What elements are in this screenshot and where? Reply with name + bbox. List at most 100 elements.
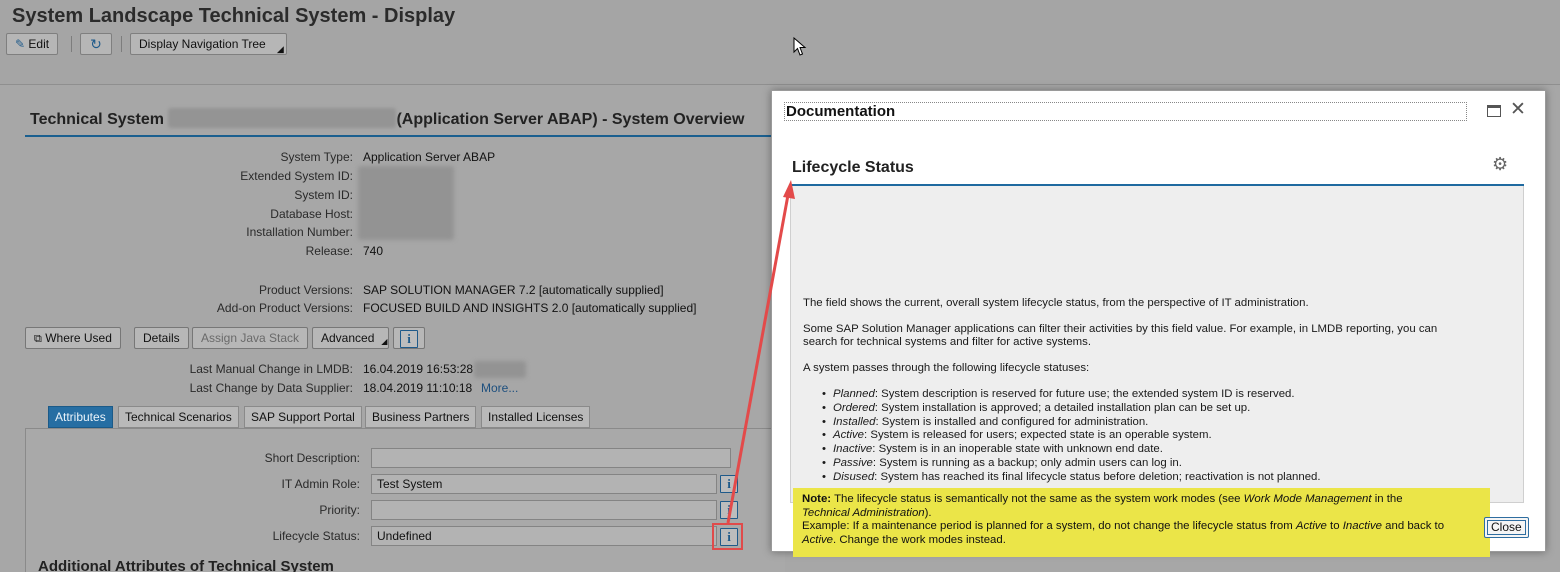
doc-paragraph-2-line-2: search for technical systems and filter … bbox=[803, 336, 1092, 348]
note-ref: Technical Administration bbox=[802, 506, 925, 519]
tab-sap-support-portal[interactable]: SAP Support Portal bbox=[244, 406, 362, 428]
doc-content: The field shows the current, overall sys… bbox=[790, 186, 1524, 557]
edit-button-label: Edit bbox=[28, 37, 50, 51]
status-desc: : System is installed and configured for… bbox=[875, 415, 1149, 428]
assign-java-stack-button[interactable]: Assign Java Stack bbox=[192, 327, 309, 349]
short-description-field[interactable] bbox=[371, 448, 731, 468]
doc-heading: Lifecycle Status bbox=[792, 159, 914, 176]
last-manual-change-label: Last Manual Change in LMDB: bbox=[189, 362, 353, 376]
last-manual-change-value: 16.04.2019 16:53:28 bbox=[363, 362, 474, 376]
gear-icon[interactable]: ⚙ bbox=[1492, 155, 1508, 173]
display-navigation-tree-button[interactable]: Display Navigation Tree ◢ bbox=[130, 33, 287, 55]
system-type-label: System Type: bbox=[280, 150, 353, 164]
note-text: The lifecycle status is semantically not… bbox=[831, 493, 1244, 505]
note-line-3: Example: If a maintenance period is plan… bbox=[802, 520, 1481, 534]
section-title: Technical System (Application Server ABA… bbox=[30, 108, 744, 129]
details-button[interactable]: Details bbox=[134, 327, 189, 349]
lifecycle-status-label: Lifecycle Status: bbox=[272, 529, 360, 543]
close-icon[interactable]: ✕ bbox=[1510, 100, 1526, 120]
note-label: Note: bbox=[802, 493, 832, 505]
system-type-value: Application Server ABAP bbox=[363, 150, 496, 164]
addon-versions-label: Add-on Product Versions: bbox=[216, 301, 353, 315]
advanced-label: Advanced bbox=[321, 331, 375, 345]
note-box: Note: The lifecycle status is semantical… bbox=[793, 488, 1490, 557]
note-text: Example: If a maintenance period is plan… bbox=[802, 520, 1296, 532]
where-used-button[interactable]: ⧉ Where Used bbox=[25, 327, 121, 349]
status-desc: : System is running as a backup; only ad… bbox=[872, 456, 1182, 469]
toolbar-separator bbox=[71, 36, 72, 52]
priority-field[interactable] bbox=[371, 500, 717, 520]
tab-attributes[interactable]: Attributes bbox=[48, 406, 113, 428]
status-term: Inactive bbox=[833, 443, 873, 456]
status-term: Disused bbox=[833, 470, 875, 483]
last-change-supplier-label: Last Change by Data Supplier: bbox=[189, 381, 353, 395]
list-item: Installed: System is installed and confi… bbox=[822, 415, 1493, 430]
lifecycle-status-field[interactable]: Undefined bbox=[371, 526, 717, 546]
tab-technical-scenarios[interactable]: Technical Scenarios bbox=[118, 406, 239, 428]
status-desc: : System is released for users; expected… bbox=[864, 429, 1212, 442]
edit-button[interactable]: ✎ Edit bbox=[6, 33, 59, 55]
info-button[interactable]: i bbox=[393, 327, 425, 349]
section-title-prefix: Technical System bbox=[30, 111, 164, 128]
refresh-button[interactable]: ↻ bbox=[80, 33, 112, 55]
status-term: Passive bbox=[833, 456, 873, 469]
it-admin-role-label: IT Admin Role: bbox=[281, 477, 360, 491]
doc-paragraph-2-line-1: Some SAP Solution Manager applications c… bbox=[803, 323, 1438, 335]
pencil-icon: ✎ bbox=[15, 37, 26, 51]
tab-business-partners[interactable]: Business Partners bbox=[365, 406, 477, 428]
addon-versions-value: FOCUSED BUILD AND INSIGHTS 2.0 [automati… bbox=[363, 301, 697, 315]
list-item: Disused: System has reached its final li… bbox=[822, 470, 1493, 485]
status-term: Active bbox=[833, 429, 865, 442]
status-term: Installed bbox=[833, 415, 876, 428]
where-used-icon: ⧉ bbox=[34, 333, 42, 345]
note-line-1: Note: The lifecycle status is semantical… bbox=[802, 493, 1481, 507]
note-text: in the bbox=[1371, 493, 1403, 505]
database-host-label: Database Host: bbox=[270, 207, 353, 221]
doc-paragraph-1: The field shows the current, overall sys… bbox=[803, 297, 1309, 309]
status-desc: : System installation is approved; a det… bbox=[874, 401, 1251, 414]
app-title: System Landscape Technical System - Disp… bbox=[12, 5, 456, 27]
status-term: Ordered bbox=[833, 401, 875, 414]
where-used-label: Where Used bbox=[45, 331, 112, 345]
product-versions-label: Product Versions: bbox=[258, 283, 353, 297]
lifecycle-status-list: Planned: System description is reserved … bbox=[822, 388, 1493, 485]
info-icon: i bbox=[400, 330, 418, 348]
status-desc: : System description is reserved for fut… bbox=[874, 388, 1295, 400]
extended-system-id-label: Extended System ID: bbox=[240, 169, 353, 183]
redacted-system-name bbox=[168, 108, 397, 128]
nav-tree-label: Display Navigation Tree bbox=[139, 37, 266, 51]
more-link[interactable]: More... bbox=[481, 381, 518, 395]
refresh-icon: ↻ bbox=[90, 36, 102, 52]
documentation-dialog: Documentation ✕ Lifecycle Status ⚙ The f… bbox=[771, 90, 1546, 557]
list-item: Inactive: System is in an inoperable sta… bbox=[822, 443, 1493, 457]
note-text: ). bbox=[924, 506, 932, 519]
advanced-button[interactable]: Advanced ◢ bbox=[312, 327, 390, 349]
product-versions-value: SAP SOLUTION MANAGER 7.2 [automatically … bbox=[363, 283, 664, 297]
toolbar: ✎ Edit ↻ Display Navigation Tree ◢ bbox=[0, 30, 1560, 60]
list-item: Passive: System is running as a backup; … bbox=[822, 456, 1493, 471]
short-description-label: Short Description: bbox=[264, 451, 360, 465]
section-divider bbox=[25, 135, 785, 137]
list-item: Planned: System description is reserved … bbox=[822, 388, 1493, 402]
tab-installed-licenses[interactable]: Installed Licenses bbox=[481, 406, 591, 428]
installation-number-label: Installation Number: bbox=[246, 225, 353, 239]
section-title-suffix: (Application Server ABAP) - System Overv… bbox=[396, 111, 745, 128]
status-desc: : System has reached its final lifecycle… bbox=[874, 470, 1321, 483]
note-ref: Active bbox=[1295, 520, 1327, 532]
additional-attributes-title: Additional Attributes of Technical Syste… bbox=[38, 558, 334, 572]
it-admin-info-icon[interactable]: i bbox=[720, 475, 738, 493]
note-text: and back to bbox=[1382, 520, 1445, 532]
it-admin-role-field[interactable]: Test System bbox=[371, 474, 717, 494]
system-id-label: System ID: bbox=[294, 188, 353, 202]
close-button[interactable]: Close bbox=[1484, 517, 1529, 538]
status-desc: : System is in an inoperable state with … bbox=[872, 443, 1163, 456]
toolbar-separator bbox=[121, 36, 122, 52]
list-item: Active: System is released for users; ex… bbox=[822, 429, 1493, 443]
list-item: Ordered: System installation is approved… bbox=[822, 401, 1493, 416]
note-ref: Active bbox=[802, 533, 834, 546]
maximize-icon[interactable] bbox=[1487, 105, 1501, 117]
redacted-user bbox=[474, 361, 526, 378]
note-ref: Work Mode Management bbox=[1243, 493, 1372, 505]
dropdown-corner-icon: ◢ bbox=[276, 44, 284, 54]
priority-info-icon[interactable]: i bbox=[720, 501, 738, 519]
